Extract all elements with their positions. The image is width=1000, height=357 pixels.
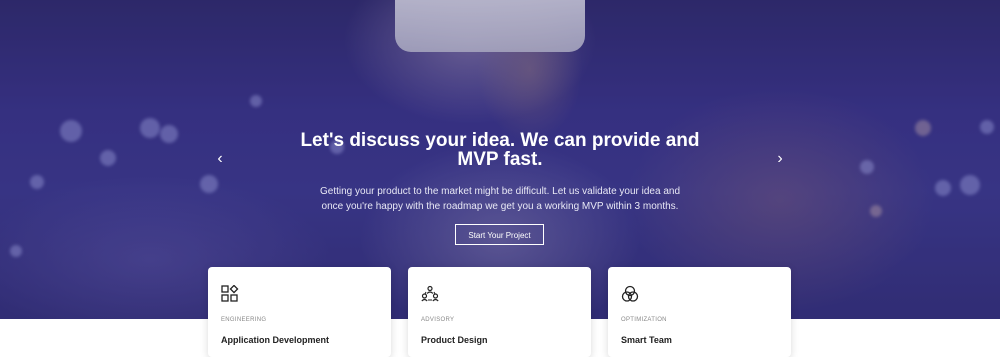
venn-icon (621, 285, 639, 302)
shapes-icon (221, 285, 239, 302)
prev-slide-icon[interactable]: ‹ (210, 149, 230, 169)
card-category: OPTIMIZATION (621, 317, 667, 323)
hero-title: Let's discuss your idea. We can provide … (300, 130, 700, 170)
hero-subtitle: Getting your product to the market might… (319, 186, 681, 212)
next-slide-icon[interactable]: › (770, 149, 790, 169)
card-category: ADVISORY (421, 317, 455, 323)
card-category: ENGINEERING (221, 317, 267, 323)
team-icon (421, 285, 439, 302)
start-project-button[interactable]: Start Your Project (455, 224, 544, 245)
